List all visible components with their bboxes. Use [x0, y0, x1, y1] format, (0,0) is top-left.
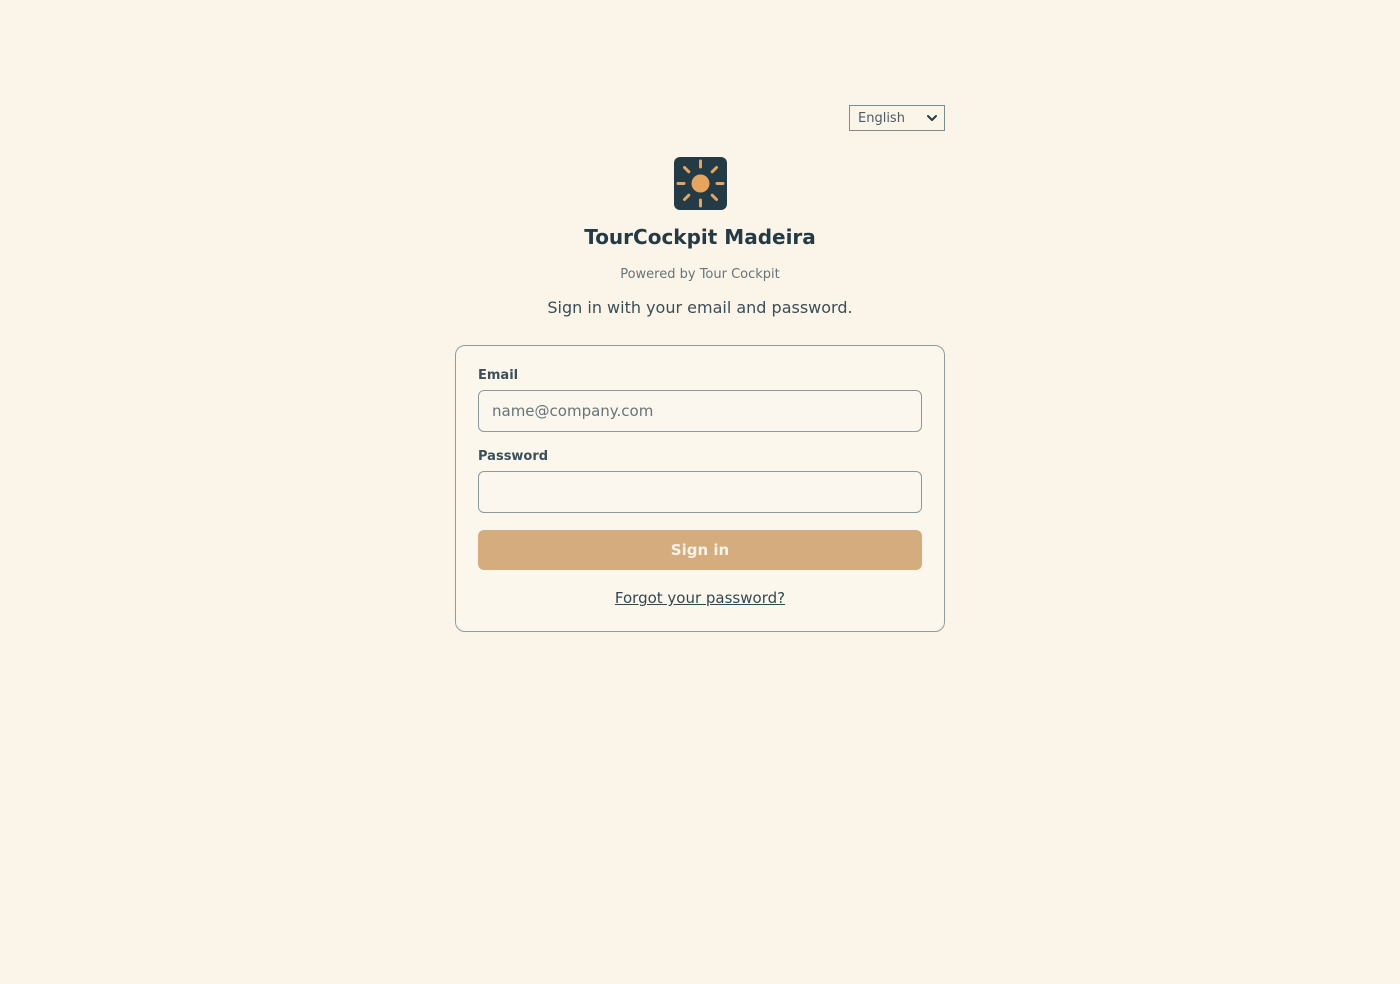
sun-icon — [674, 157, 727, 210]
language-select[interactable]: English — [849, 105, 945, 131]
password-field[interactable] — [478, 471, 922, 513]
app-title: TourCockpit Madeira — [584, 225, 816, 249]
email-label: Email — [478, 368, 519, 383]
language-selector[interactable]: English — [849, 105, 945, 131]
sign-in-button[interactable]: Sign in — [478, 530, 922, 570]
language-selected-label: English — [858, 110, 905, 126]
password-label: Password — [478, 449, 549, 464]
login-card: Email Password Sign in Forgot your passw… — [455, 345, 945, 632]
forgot-password-link[interactable]: Forgot your password? — [456, 589, 944, 607]
sign-in-instructions: Sign in with your email and password. — [547, 298, 853, 317]
powered-by-text: Powered by Tour Cockpit — [620, 267, 780, 282]
email-field[interactable] — [478, 390, 922, 432]
chevron-down-icon — [926, 112, 938, 124]
login-page: English TourCockpit Madeira Powered by T… — [0, 0, 1400, 984]
